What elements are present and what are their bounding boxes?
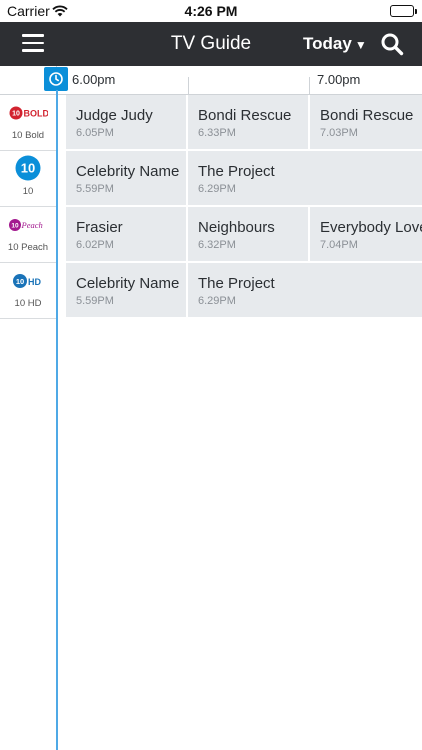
search-icon bbox=[381, 33, 404, 56]
svg-text:10: 10 bbox=[16, 277, 24, 286]
time-label-7pm: 7.00pm bbox=[317, 72, 361, 87]
program-cell[interactable]: Judge Judy 6.05PM bbox=[66, 95, 188, 149]
program-cell[interactable]: The Project 6.29PM bbox=[188, 151, 422, 205]
time-ruler: 6.00pm 7.00pm bbox=[0, 66, 422, 95]
channel-name: 10 Bold bbox=[11, 130, 45, 141]
program-title: Frasier bbox=[76, 219, 123, 236]
ten-hd-logo-icon: 10 HD bbox=[0, 269, 56, 293]
guide-grid: Judge Judy 6.05PM Bondi Rescue 6.33PM Bo… bbox=[66, 95, 422, 319]
program-title: The Project bbox=[198, 163, 275, 180]
program-title: Bondi Rescue bbox=[198, 107, 292, 124]
svg-text:BOLD: BOLD bbox=[24, 109, 49, 119]
tick-mark bbox=[188, 77, 189, 94]
menu-button[interactable] bbox=[22, 34, 44, 54]
clock-icon bbox=[49, 72, 63, 86]
program-cell[interactable]: Bondi Rescue 6.33PM bbox=[188, 95, 310, 149]
channel-10-hd[interactable]: 10 HD 10 HD bbox=[0, 263, 56, 319]
program-title: Everybody Love bbox=[320, 219, 422, 236]
date-selector-label: Today bbox=[303, 34, 352, 53]
program-time: 6.29PM bbox=[198, 295, 236, 307]
program-title: The Project bbox=[198, 275, 275, 292]
program-time: 6.33PM bbox=[198, 127, 236, 139]
channel-name: 10 HD bbox=[14, 298, 42, 309]
program-cell[interactable]: Celebrity Name 5.59PM bbox=[66, 151, 188, 205]
program-cell[interactable]: Bondi Rescue 7.03PM bbox=[310, 95, 422, 149]
channel-10[interactable]: 10 10 bbox=[0, 151, 56, 207]
channel-10-bold[interactable]: 10 BOLD 10 Bold bbox=[0, 95, 56, 151]
time-label-6pm: 6.00pm bbox=[72, 72, 116, 87]
program-title: Judge Judy bbox=[76, 107, 153, 124]
program-time: 5.59PM bbox=[76, 295, 114, 307]
program-title: Neighbours bbox=[198, 219, 275, 236]
ten-logo-icon: 10 bbox=[0, 155, 56, 181]
schedule-row: Celebrity Name 5.59PM The Project 6.29PM bbox=[66, 263, 422, 319]
program-title: Bondi Rescue bbox=[320, 107, 414, 124]
program-time: 5.59PM bbox=[76, 183, 114, 195]
schedule-row: Frasier 6.02PM Neighbours 6.32PM Everybo… bbox=[66, 207, 422, 263]
status-bar: Carrier 4:26 PM bbox=[0, 0, 422, 22]
program-time: 6.32PM bbox=[198, 239, 236, 251]
battery-icon bbox=[390, 5, 417, 17]
clock: 4:26 PM bbox=[184, 3, 238, 19]
program-time: 7.04PM bbox=[320, 239, 358, 251]
hamburger-icon bbox=[22, 34, 44, 37]
program-time: 7.03PM bbox=[320, 127, 358, 139]
svg-text:10: 10 bbox=[11, 222, 19, 229]
program-cell[interactable]: The Project 6.29PM bbox=[188, 263, 422, 317]
svg-text:10: 10 bbox=[21, 161, 35, 176]
program-time: 6.05PM bbox=[76, 127, 114, 139]
caret-down-icon: ▼ bbox=[354, 38, 367, 52]
svg-text:10: 10 bbox=[12, 111, 20, 118]
schedule-row: Celebrity Name 5.59PM The Project 6.29PM bbox=[66, 151, 422, 207]
program-time: 6.02PM bbox=[76, 239, 114, 251]
schedule-row: Judge Judy 6.05PM Bondi Rescue 6.33PM Bo… bbox=[66, 95, 422, 151]
program-time: 6.29PM bbox=[198, 183, 236, 195]
channel-name: 10 bbox=[22, 186, 34, 197]
program-title: Celebrity Name bbox=[76, 163, 180, 180]
tick-mark bbox=[309, 77, 310, 94]
program-cell[interactable]: Neighbours 6.32PM bbox=[188, 207, 310, 261]
program-cell[interactable]: Frasier 6.02PM bbox=[66, 207, 188, 261]
channel-name: 10 Peach bbox=[7, 242, 49, 253]
program-cell[interactable]: Everybody Love 7.04PM bbox=[310, 207, 422, 261]
svg-text:Peach: Peach bbox=[21, 220, 43, 230]
date-selector-button[interactable]: Today ▼ bbox=[303, 34, 367, 54]
ten-bold-logo-icon: 10 BOLD bbox=[0, 101, 56, 125]
current-time-indicator bbox=[56, 90, 58, 750]
jump-to-now-button[interactable] bbox=[44, 67, 68, 91]
channel-list: 10 BOLD 10 Bold 10 10 10 Peach 10 Peach bbox=[0, 95, 57, 750]
program-cell[interactable]: Celebrity Name 5.59PM bbox=[66, 263, 188, 317]
nav-bar: TV Guide Today ▼ bbox=[0, 22, 422, 66]
ten-peach-logo-icon: 10 Peach bbox=[0, 213, 56, 237]
channel-10-peach[interactable]: 10 Peach 10 Peach bbox=[0, 207, 56, 263]
program-title: Celebrity Name bbox=[76, 275, 180, 292]
svg-text:HD: HD bbox=[28, 277, 41, 287]
search-button[interactable] bbox=[380, 32, 404, 56]
